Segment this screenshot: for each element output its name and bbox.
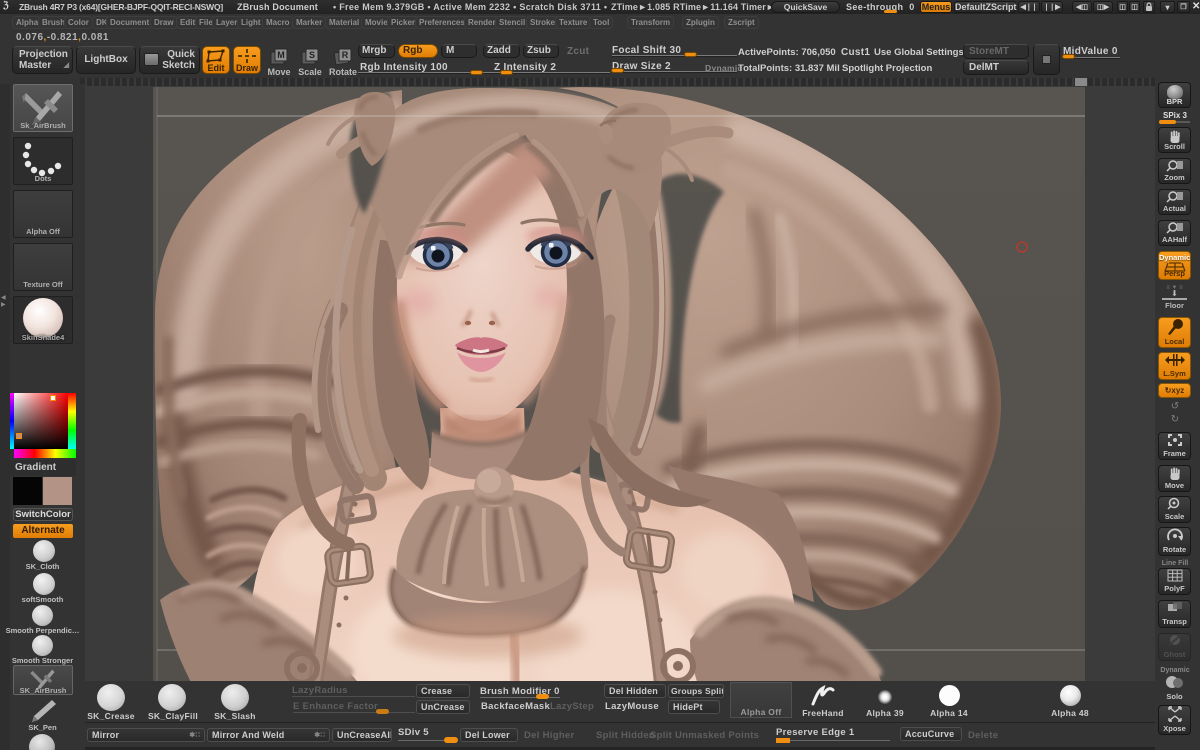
svg-text:R: R bbox=[342, 50, 349, 60]
svg-text:S: S bbox=[309, 50, 315, 60]
svg-text:M: M bbox=[277, 50, 285, 60]
